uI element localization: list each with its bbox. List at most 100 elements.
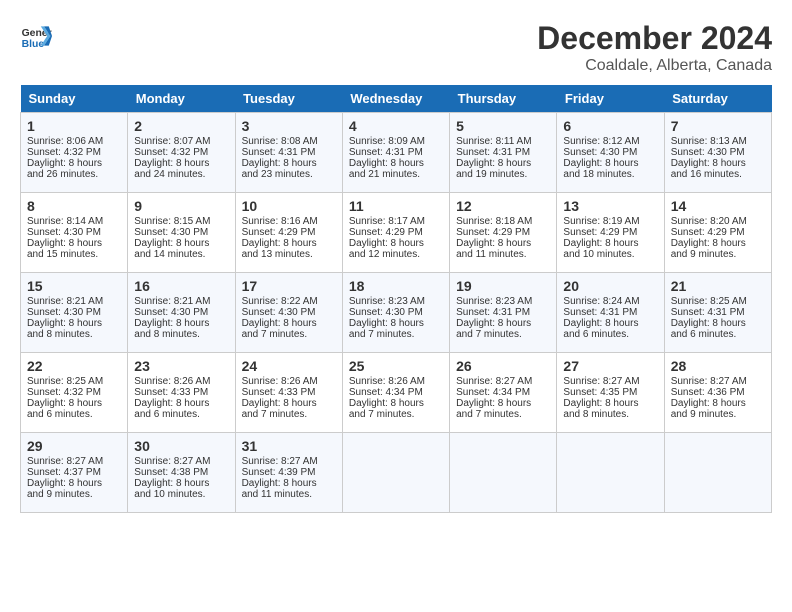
sunrise: Sunrise: 8:13 AM [671, 136, 747, 147]
day-number: 8 [27, 198, 121, 214]
sunset: Sunset: 4:30 PM [563, 147, 637, 158]
sunrise: Sunrise: 8:23 AM [456, 296, 532, 307]
logo-icon: General Blue [20, 20, 52, 52]
sunrise: Sunrise: 8:11 AM [456, 136, 531, 147]
calendar-day-13: 13Sunrise: 8:19 AMSunset: 4:29 PMDayligh… [557, 193, 664, 273]
day-number: 4 [349, 118, 443, 134]
sunset: Sunset: 4:38 PM [134, 467, 208, 478]
calendar-week-3: 15Sunrise: 8:21 AMSunset: 4:30 PMDayligh… [21, 273, 772, 353]
sunrise: Sunrise: 8:27 AM [242, 456, 318, 467]
daylight-label: Daylight: 8 hours and 7 minutes. [349, 398, 424, 420]
sunrise: Sunrise: 8:12 AM [563, 136, 639, 147]
sunrise: Sunrise: 8:06 AM [27, 136, 103, 147]
calendar-day-3: 3Sunrise: 8:08 AMSunset: 4:31 PMDaylight… [235, 113, 342, 193]
empty-cell [450, 433, 557, 513]
calendar-day-30: 30Sunrise: 8:27 AMSunset: 4:38 PMDayligh… [128, 433, 235, 513]
sunrise: Sunrise: 8:21 AM [134, 296, 210, 307]
daylight-label: Daylight: 8 hours and 26 minutes. [27, 158, 102, 180]
day-number: 5 [456, 118, 550, 134]
calendar-day-16: 16Sunrise: 8:21 AMSunset: 4:30 PMDayligh… [128, 273, 235, 353]
day-number: 30 [134, 438, 228, 454]
sunrise: Sunrise: 8:15 AM [134, 216, 210, 227]
calendar-day-7: 7Sunrise: 8:13 AMSunset: 4:30 PMDaylight… [664, 113, 771, 193]
daylight-label: Daylight: 8 hours and 6 minutes. [27, 398, 102, 420]
daylight-label: Daylight: 8 hours and 6 minutes. [563, 318, 638, 340]
sunset: Sunset: 4:37 PM [27, 467, 101, 478]
daylight-label: Daylight: 8 hours and 11 minutes. [456, 238, 531, 260]
day-number: 23 [134, 358, 228, 374]
sunrise: Sunrise: 8:27 AM [456, 376, 532, 387]
calendar-day-6: 6Sunrise: 8:12 AMSunset: 4:30 PMDaylight… [557, 113, 664, 193]
calendar-week-2: 8Sunrise: 8:14 AMSunset: 4:30 PMDaylight… [21, 193, 772, 273]
daylight-label: Daylight: 8 hours and 15 minutes. [27, 238, 102, 260]
sunrise: Sunrise: 8:16 AM [242, 216, 318, 227]
daylight-label: Daylight: 8 hours and 10 minutes. [563, 238, 638, 260]
sunset: Sunset: 4:30 PM [671, 147, 745, 158]
calendar-day-19: 19Sunrise: 8:23 AMSunset: 4:31 PMDayligh… [450, 273, 557, 353]
col-friday: Friday [557, 85, 664, 113]
sunset: Sunset: 4:31 PM [563, 307, 637, 318]
sunset: Sunset: 4:30 PM [27, 307, 101, 318]
daylight-label: Daylight: 8 hours and 12 minutes. [349, 238, 424, 260]
calendar-day-2: 2Sunrise: 8:07 AMSunset: 4:32 PMDaylight… [128, 113, 235, 193]
daylight-label: Daylight: 8 hours and 9 minutes. [671, 398, 746, 420]
day-number: 21 [671, 278, 765, 294]
calendar-day-21: 21Sunrise: 8:25 AMSunset: 4:31 PMDayligh… [664, 273, 771, 353]
day-number: 22 [27, 358, 121, 374]
day-number: 1 [27, 118, 121, 134]
sunrise: Sunrise: 8:17 AM [349, 216, 425, 227]
sunrise: Sunrise: 8:25 AM [27, 376, 103, 387]
sunset: Sunset: 4:29 PM [456, 227, 530, 238]
calendar-day-1: 1Sunrise: 8:06 AMSunset: 4:32 PMDaylight… [21, 113, 128, 193]
calendar-day-12: 12 Sunrise: 8:18 AMSunset: 4:29 PMDayligh… [450, 193, 557, 273]
calendar-day-11: 11Sunrise: 8:17 AMSunset: 4:29 PMDayligh… [342, 193, 449, 273]
col-wednesday: Wednesday [342, 85, 449, 113]
page-header: General Blue December 2024 Coaldale, Alb… [20, 20, 772, 75]
calendar-day-28: 28Sunrise: 8:27 AMSunset: 4:36 PMDayligh… [664, 353, 771, 433]
sunrise: Sunrise: 8:24 AM [563, 296, 639, 307]
sunrise: Sunrise: 8:26 AM [349, 376, 425, 387]
day-number: 6 [563, 118, 657, 134]
calendar-day-25: 25Sunrise: 8:26 AMSunset: 4:34 PMDayligh… [342, 353, 449, 433]
empty-cell [557, 433, 664, 513]
day-number: 7 [671, 118, 765, 134]
day-number: 28 [671, 358, 765, 374]
sunset: Sunset: 4:30 PM [134, 307, 208, 318]
calendar-day-9: 9Sunrise: 8:15 AMSunset: 4:30 PMDaylight… [128, 193, 235, 273]
col-tuesday: Tuesday [235, 85, 342, 113]
sunset: Sunset: 4:33 PM [242, 387, 316, 398]
day-number: 3 [242, 118, 336, 134]
sunrise: Sunrise: 8:23 AM [349, 296, 425, 307]
sunset: Sunset: 4:29 PM [563, 227, 637, 238]
day-number: 19 [456, 278, 550, 294]
daylight-label: Daylight: 8 hours and 14 minutes. [134, 238, 209, 260]
day-number: 24 [242, 358, 336, 374]
calendar-day-27: 27Sunrise: 8:27 AMSunset: 4:35 PMDayligh… [557, 353, 664, 433]
daylight-label: Daylight: 8 hours and 7 minutes. [456, 398, 531, 420]
title-block: December 2024 Coaldale, Alberta, Canada [537, 20, 772, 75]
day-number: 18 [349, 278, 443, 294]
sunrise: Sunrise: 8:18 AM [456, 216, 532, 227]
calendar-day-14: 14Sunrise: 8:20 AMSunset: 4:29 PMDayligh… [664, 193, 771, 273]
day-number: 14 [671, 198, 765, 214]
daylight-label: Daylight: 8 hours and 9 minutes. [27, 478, 102, 500]
sunrise: Sunrise: 8:27 AM [563, 376, 639, 387]
sunrise: Sunrise: 8:21 AM [27, 296, 103, 307]
daylight-label: Daylight: 8 hours and 11 minutes. [242, 478, 317, 500]
calendar-day-22: 22Sunrise: 8:25 AMSunset: 4:32 PMDayligh… [21, 353, 128, 433]
daylight-label: Daylight: 8 hours and 8 minutes. [134, 318, 209, 340]
day-number: 29 [27, 438, 121, 454]
sunrise: Sunrise: 8:26 AM [242, 376, 318, 387]
calendar-week-1: 1Sunrise: 8:06 AMSunset: 4:32 PMDaylight… [21, 113, 772, 193]
sunrise: Sunrise: 8:08 AM [242, 136, 318, 147]
calendar-day-26: 26Sunrise: 8:27 AMSunset: 4:34 PMDayligh… [450, 353, 557, 433]
calendar-week-4: 22Sunrise: 8:25 AMSunset: 4:32 PMDayligh… [21, 353, 772, 433]
sunset: Sunset: 4:31 PM [349, 147, 423, 158]
sunrise: Sunrise: 8:27 AM [27, 456, 103, 467]
day-number: 20 [563, 278, 657, 294]
sunset: Sunset: 4:36 PM [671, 387, 745, 398]
day-number: 12 [456, 198, 550, 214]
calendar-day-23: 23Sunrise: 8:26 AMSunset: 4:33 PMDayligh… [128, 353, 235, 433]
sunset: Sunset: 4:31 PM [456, 147, 530, 158]
sunrise: Sunrise: 8:07 AM [134, 136, 210, 147]
